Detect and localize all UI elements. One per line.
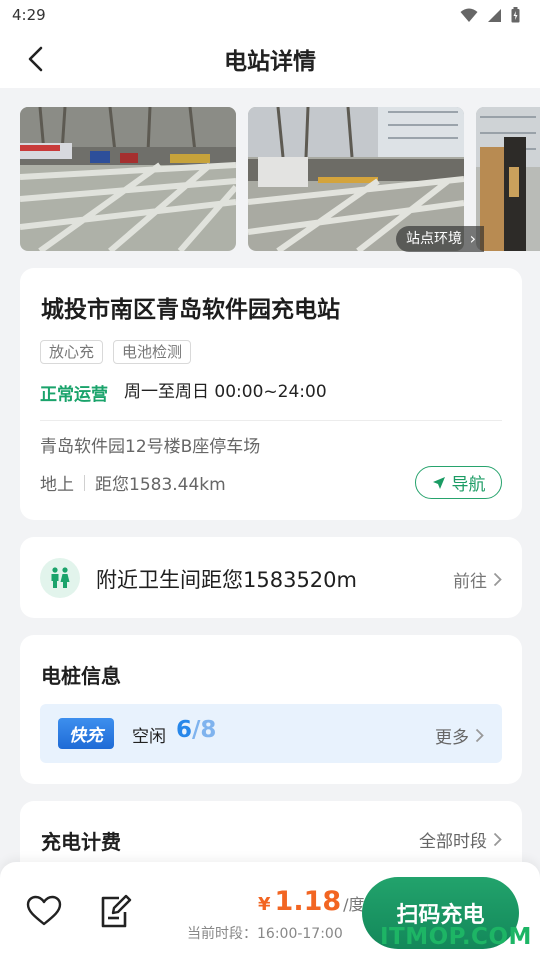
all-periods-label: 全部时段 [419, 832, 487, 852]
pile-row-fast[interactable]: 快充 空闲 6/8 更多 [40, 704, 502, 763]
operation-hours: 周一至周日 00:00~24:00 [124, 382, 327, 402]
chevron-right-icon: › [469, 229, 476, 248]
current-price: ¥ 1.18 /度 [258, 886, 365, 917]
watermark: ITMOP.COM [380, 924, 532, 950]
nearby-toilet-card[interactable]: 附近卫生间距您1583520m 前往 [20, 537, 522, 618]
wifi-icon [460, 8, 478, 22]
chevron-left-icon [28, 46, 43, 72]
chevron-right-icon [493, 832, 502, 847]
station-name: 城投市南区青岛软件园充电站 [41, 297, 340, 323]
distance: 距您1583.44km [95, 475, 226, 495]
separator [84, 474, 85, 491]
current-period: 当前时段：16:00-17:00 [187, 926, 343, 942]
more-button[interactable]: 更多 [435, 723, 484, 748]
price-value: 1.18 [274, 886, 342, 917]
tag-safe-charge: 放心充 [40, 340, 104, 364]
back-button[interactable] [20, 44, 50, 74]
chevron-right-icon [475, 728, 484, 743]
environment-tag[interactable]: 站点环境 › [396, 226, 484, 252]
idle-total: /8 [192, 717, 217, 743]
navigate-label: 导航 [451, 475, 486, 495]
heart-icon [26, 895, 62, 926]
billing-section-title: 充电计费 [41, 830, 121, 854]
operation-status: 正常运营 [40, 385, 108, 405]
location-type: 地上 [40, 475, 74, 495]
environment-label: 站点环境 [406, 231, 462, 247]
edit-icon [101, 894, 132, 928]
pile-section-title: 电桩信息 [41, 664, 121, 688]
fast-charge-badge: 快充 [58, 718, 114, 749]
idle-available: 6 [176, 717, 193, 743]
divider [40, 420, 502, 421]
navigate-button[interactable]: 导航 [415, 466, 502, 499]
navigation-arrow-icon [432, 476, 445, 489]
more-label: 更多 [435, 728, 469, 748]
price-currency: ¥ [258, 894, 271, 915]
idle-count: 6/8 [176, 717, 216, 743]
toilet-distance: 附近卫生间距您1583520m [96, 568, 357, 592]
all-periods-button[interactable]: 全部时段 [419, 827, 502, 852]
edit-feedback-button[interactable] [99, 894, 133, 934]
station-address: 青岛软件园12号楼B座停车场 [40, 437, 261, 457]
goto-button[interactable]: 前往 [453, 567, 502, 592]
status-bar: 4:29 [0, 0, 540, 30]
idle-label: 空闲 [132, 727, 166, 747]
status-time: 4:29 [12, 6, 46, 24]
page-title: 电站详情 [224, 49, 316, 75]
goto-label: 前往 [453, 572, 487, 592]
chevron-right-icon [493, 572, 502, 587]
nav-bar: 电站详情 [0, 30, 540, 88]
tag-battery-check: 电池检测 [113, 340, 192, 364]
station-photo-1[interactable] [20, 107, 236, 251]
location-row: 地上 距您1583.44km [40, 470, 226, 495]
station-info-card: 城投市南区青岛软件园充电站 放心充 电池检测 正常运营 周一至周日 00:00~… [20, 268, 522, 520]
favorite-button[interactable] [26, 895, 62, 931]
station-tags: 放心充 电池检测 [40, 340, 192, 364]
battery-icon [511, 7, 520, 23]
signal-icon [488, 8, 501, 22]
station-photo-3[interactable] [476, 107, 540, 251]
toilet-icon [40, 558, 80, 598]
pile-info-card: 电桩信息 快充 空闲 6/8 更多 [20, 635, 522, 784]
